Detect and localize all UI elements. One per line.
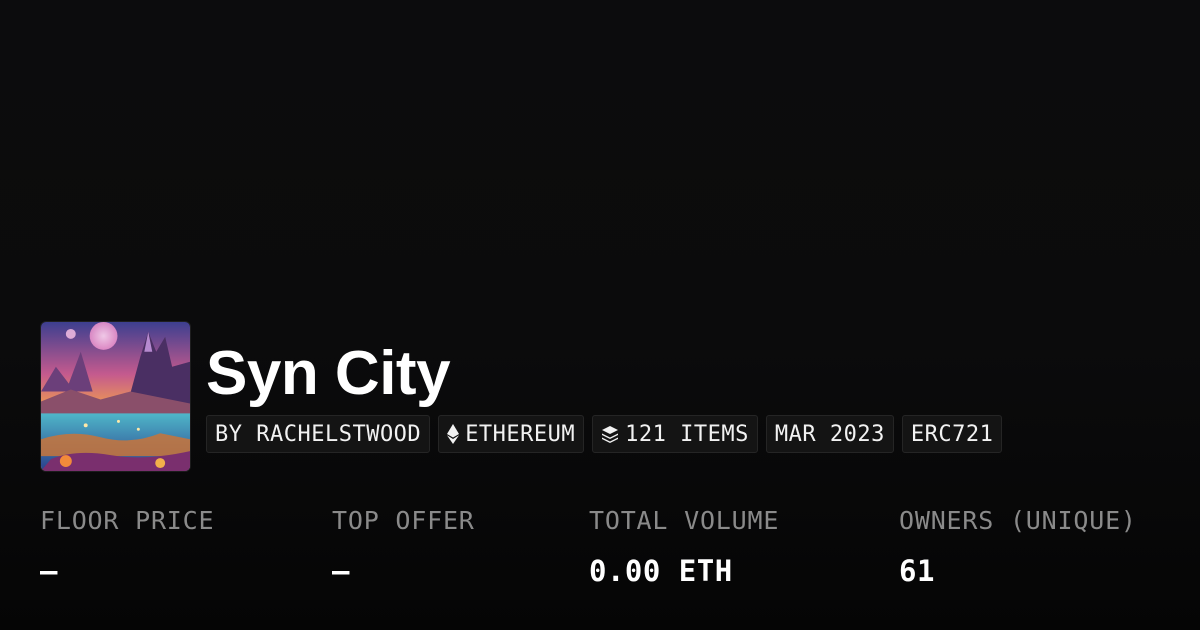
date-tag: MAR 2023 [765,415,894,453]
top-offer-label: TOP OFFER [332,506,475,535]
layers-icon [602,426,619,443]
top-offer-stat: TOP OFFER – [332,503,475,589]
chain-label: ETHEREUM [465,421,576,447]
creator-tag[interactable]: BY RACHELSTWOOD [206,415,431,453]
top-offer-value: – [332,554,350,588]
floor-price-label: FLOOR PRICE [40,506,215,535]
standard-tag: ERC721 [901,415,1003,453]
floor-price-value: – [40,554,58,588]
owners-value: 61 [899,554,935,588]
chain-tag[interactable]: ETHEREUM [438,415,585,453]
collection-tags: BY RACHELSTWOOD ETHEREUM 121 ITEMS MAR 2… [206,415,1003,453]
total-volume-stat: TOTAL VOLUME 0.00 ETH [589,503,779,589]
owners-stat: OWNERS (UNIQUE) 61 [899,503,1137,589]
date-label: MAR 2023 [774,421,885,447]
items-tag[interactable]: 121 ITEMS [592,415,758,453]
collection-thumbnail [40,321,191,472]
items-label: 121 ITEMS [625,421,749,447]
ethereum-icon [447,424,460,444]
total-volume-label: TOTAL VOLUME [589,506,780,535]
standard-label: ERC721 [910,421,994,447]
total-volume-value: 0.00 ETH [589,554,733,588]
owners-label: OWNERS (UNIQUE) [899,506,1137,535]
creator-label: BY RACHELSTWOOD [215,421,422,447]
collection-title: Syn City [206,339,451,408]
fantasy-landscape-image [41,322,190,471]
floor-price-stat: FLOOR PRICE – [40,503,214,589]
